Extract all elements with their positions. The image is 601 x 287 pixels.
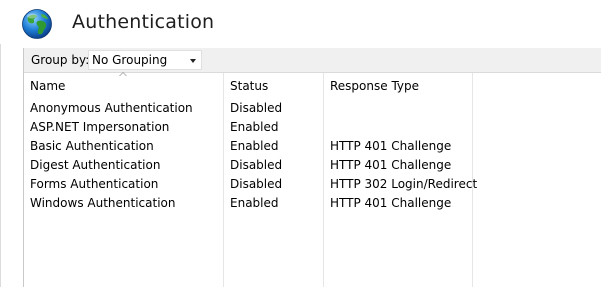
group-by-label: Group by: (31, 53, 90, 67)
column-header-response-type[interactable]: Response Type (324, 73, 473, 97)
globe-icon (22, 9, 52, 39)
column-header-status-label: Status (230, 79, 269, 93)
group-by-value: No Grouping (92, 53, 168, 67)
row-status: Enabled (230, 196, 279, 210)
row-name: Windows Authentication (30, 196, 176, 210)
table-row[interactable]: Digest Authentication Disabled HTTP 401 … (24, 155, 601, 174)
row-name: Digest Authentication (30, 158, 161, 172)
left-divider (0, 44, 1, 287)
table-row[interactable]: Forms Authentication Disabled HTTP 302 L… (24, 174, 601, 193)
group-by-toolbar: Group by: No Grouping (24, 48, 601, 73)
page-header: Authentication (0, 0, 601, 44)
page-title: Authentication (72, 11, 215, 33)
row-status: Disabled (230, 158, 283, 172)
table-row[interactable]: Basic Authentication Enabled HTTP 401 Ch… (24, 136, 601, 155)
features-panel: Group by: No Grouping Name Status Respon… (23, 48, 601, 287)
column-header-name[interactable]: Name (24, 73, 224, 97)
row-name: Basic Authentication (30, 139, 154, 153)
column-header-status[interactable]: Status (224, 73, 323, 97)
table-row[interactable]: Anonymous Authentication Disabled (24, 98, 601, 117)
row-response-type: HTTP 302 Login/Redirect (330, 177, 478, 191)
row-name: Anonymous Authentication (30, 101, 193, 115)
row-name: Forms Authentication (30, 177, 159, 191)
row-name: ASP.NET Impersonation (30, 120, 170, 134)
row-response-type: HTTP 401 Challenge (330, 196, 452, 210)
row-response-type: HTTP 401 Challenge (330, 158, 452, 172)
row-response-type: HTTP 401 Challenge (330, 139, 452, 153)
row-status: Enabled (230, 139, 279, 153)
column-header-response-type-label: Response Type (330, 79, 420, 93)
row-status: Disabled (230, 177, 283, 191)
table-row[interactable]: Windows Authentication Enabled HTTP 401 … (24, 193, 601, 212)
row-status: Disabled (230, 101, 283, 115)
table-row[interactable]: ASP.NET Impersonation Enabled (24, 117, 601, 136)
row-status: Enabled (230, 120, 279, 134)
group-by-dropdown[interactable]: No Grouping (88, 50, 202, 70)
column-header-name-label: Name (30, 79, 66, 93)
chevron-down-icon[interactable] (190, 59, 196, 63)
authentication-page: Authentication Group by: No Grouping Nam… (0, 0, 601, 287)
